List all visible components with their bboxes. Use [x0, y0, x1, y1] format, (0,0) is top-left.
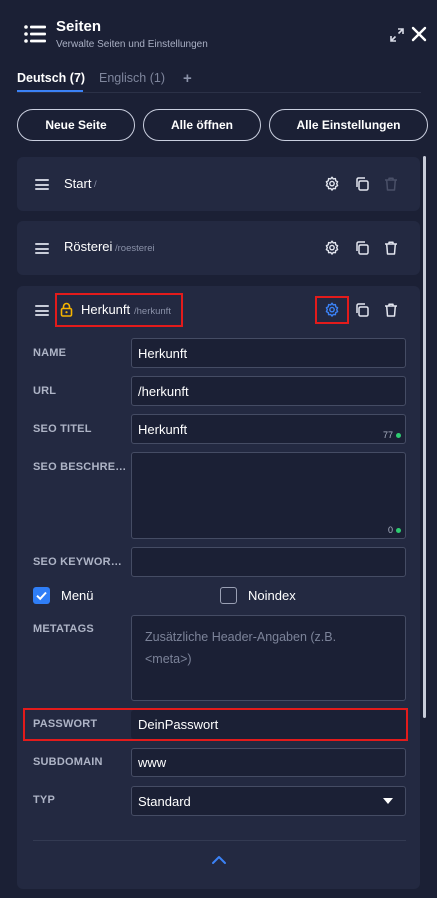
pages-panel: Seiten Verwalte Seiten und Einstellungen…	[0, 0, 437, 898]
drag-handle-icon[interactable]	[35, 305, 49, 316]
status-dot	[396, 527, 401, 533]
duplicate-icon[interactable]	[354, 176, 370, 192]
password-value: DeinPasswort	[138, 717, 219, 732]
seo-keywords-label: SEO KEYWOR…	[33, 556, 122, 568]
type-label: TYP	[33, 794, 55, 806]
url-value: /herkunft	[138, 383, 189, 399]
name-input[interactable]: Herkunft	[131, 338, 406, 368]
expand-icon[interactable]	[390, 28, 404, 42]
delete-icon-disabled	[385, 177, 397, 191]
noindex-checkbox[interactable]	[220, 587, 237, 604]
panel-subtitle: Verwalte Seiten und Einstellungen	[56, 39, 208, 50]
tab-englisch[interactable]: Englisch (1)	[99, 71, 165, 85]
scrollbar[interactable]	[423, 156, 426, 718]
url-input[interactable]: /herkunft	[131, 376, 406, 406]
seo-description-textarea[interactable]: 0	[131, 452, 406, 539]
panel-title: Seiten	[56, 18, 102, 35]
seo-keywords-input[interactable]	[131, 547, 406, 577]
status-dot	[396, 432, 401, 438]
settings-gear-icon[interactable]	[324, 176, 340, 192]
seo-title-input[interactable]: Herkunft 77	[131, 414, 406, 444]
page-url: /herkunft	[134, 306, 171, 317]
collapse-chevron-up-icon[interactable]	[211, 855, 227, 865]
page-url: /roesterei	[115, 243, 155, 254]
name-value: Herkunft	[138, 345, 188, 361]
tab-deutsch[interactable]: Deutsch (7)	[17, 71, 85, 85]
check-icon	[36, 591, 47, 601]
panel-header: Seiten Verwalte Seiten und Einstellungen	[0, 0, 437, 62]
char-count: 0	[387, 525, 393, 535]
type-select[interactable]: Standard	[131, 786, 406, 816]
url-label: URL	[33, 385, 57, 397]
delete-icon[interactable]	[383, 302, 399, 318]
subdomain-input[interactable]: www	[131, 748, 406, 777]
new-page-button[interactable]: Neue Seite	[17, 109, 135, 141]
seo-title-value: Herkunft	[138, 421, 188, 437]
drag-handle-icon[interactable]	[35, 243, 49, 254]
char-counter: 77	[383, 430, 401, 440]
delete-icon[interactable]	[383, 240, 399, 256]
subdomain-value: www	[138, 755, 167, 770]
name-label: NAME	[33, 347, 67, 359]
settings-gear-icon[interactable]	[324, 240, 340, 256]
menu-checkbox-label[interactable]: Menü	[61, 588, 94, 603]
settings-gear-icon-active[interactable]	[324, 302, 340, 318]
add-language-button[interactable]: +	[183, 70, 192, 87]
char-counter: 0	[388, 525, 401, 535]
subdomain-label: SUBDOMAIN	[33, 756, 103, 768]
page-name[interactable]: Herkunft	[81, 302, 130, 317]
password-label: PASSWORT	[33, 718, 98, 730]
drag-handle-icon[interactable]	[35, 179, 49, 190]
char-count: 77	[382, 430, 393, 440]
metatags-placeholder: Zusätzliche Header-Angaben (z.B. <meta>)	[145, 630, 337, 666]
metatags-textarea[interactable]: Zusätzliche Header-Angaben (z.B. <meta>)	[131, 615, 406, 701]
open-all-button[interactable]: Alle öffnen	[143, 109, 261, 141]
page-name[interactable]: Start	[64, 176, 91, 191]
seo-title-label: SEO TITEL	[33, 423, 92, 435]
close-icon[interactable]	[411, 26, 427, 42]
tabs-divider	[17, 92, 421, 93]
page-card-roesterei[interactable]: Rösterei /roesterei	[17, 221, 420, 275]
form-divider	[33, 840, 406, 841]
duplicate-icon[interactable]	[354, 240, 370, 256]
all-settings-button[interactable]: Alle Einstellungen	[269, 109, 428, 141]
seo-description-label: SEO BESCHRE…	[33, 461, 127, 473]
password-input[interactable]: DeinPasswort	[131, 710, 406, 739]
page-card-start[interactable]: Start /	[17, 157, 420, 211]
duplicate-icon[interactable]	[354, 302, 370, 318]
menu-checkbox[interactable]	[33, 587, 50, 604]
lock-icon	[60, 302, 73, 317]
noindex-checkbox-label[interactable]: Noindex	[248, 588, 296, 603]
dropdown-arrow-icon	[383, 798, 393, 804]
page-url: /	[94, 179, 97, 190]
page-name[interactable]: Rösterei	[64, 239, 112, 254]
list-menu-icon	[24, 25, 46, 43]
type-value: Standard	[138, 793, 191, 809]
metatags-label: METATAGS	[33, 623, 94, 635]
